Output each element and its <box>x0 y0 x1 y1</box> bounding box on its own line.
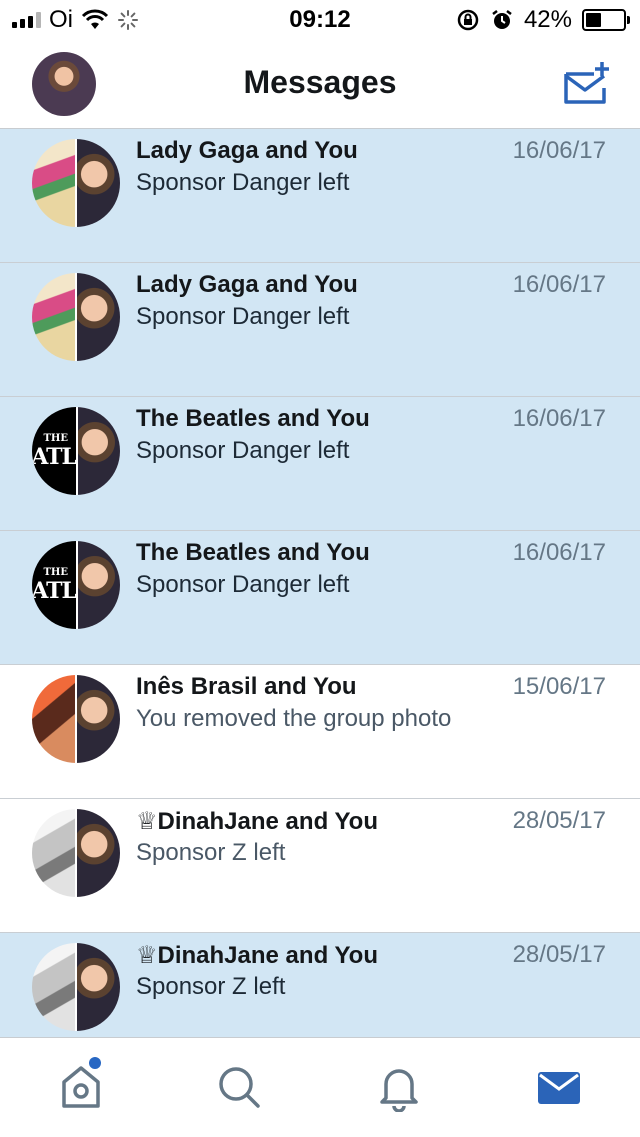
beatles-logo-line2: EATL <box>32 443 77 470</box>
conversation-list[interactable]: Lady Gaga and You 16/06/17 Sponsor Danger … <box>0 129 640 1037</box>
group-avatar <box>32 675 120 763</box>
conversation-title: Lady Gaga and You <box>136 271 358 298</box>
tab-bar <box>0 1037 640 1137</box>
conversation-row[interactable]: ♕DinahJane and You 28/05/17 Sponsor Z left <box>0 799 640 933</box>
conversation-preview: Sponsor Danger left <box>136 571 350 598</box>
status-right: 42% <box>456 6 640 34</box>
conversation-title: The Beatles and You <box>136 539 370 566</box>
group-avatar: THEEATL <box>32 541 120 629</box>
conversation-title: Lady Gaga and You <box>136 137 358 164</box>
notifications-icon[interactable] <box>374 1062 424 1112</box>
beatles-logo-line1: THE <box>43 566 68 578</box>
group-avatar <box>32 809 120 897</box>
carrier-label: Oi <box>49 6 73 33</box>
conversation-preview: Sponsor Z left <box>136 839 286 866</box>
conversation-date: 15/06/17 <box>512 673 606 700</box>
status-left: Oi <box>0 6 139 34</box>
page-title: Messages <box>243 64 397 100</box>
home-icon[interactable] <box>56 1062 106 1112</box>
conversation-row[interactable]: THEEATL The Beatles and You 16/06/17 Sponso… <box>0 397 640 531</box>
conversation-row[interactable]: ♕DinahJane and You 28/05/17 Sponsor Z left <box>0 933 640 1037</box>
new-content-dot <box>89 1057 101 1069</box>
conversation-date: 16/06/17 <box>512 271 606 298</box>
activity-spinner-icon <box>118 10 138 30</box>
battery-percent: 42% <box>523 6 572 33</box>
beatles-logo-line2: EATL <box>32 577 77 604</box>
conversation-preview: Sponsor Z left <box>136 973 286 1000</box>
conversation-title: ♕DinahJane and You <box>136 808 379 835</box>
compose-message-icon[interactable] <box>560 58 610 108</box>
search-icon[interactable] <box>214 1062 264 1112</box>
conversation-row[interactable]: Lady Gaga and You 16/06/17 Sponsor Danger … <box>0 129 640 263</box>
status-bar: Oi 09:12 42% <box>0 0 640 40</box>
conversation-row[interactable]: Lady Gaga and You 16/06/17 Sponsor Danger … <box>0 263 640 397</box>
wifi-icon <box>81 9 109 29</box>
navigation-bar: Messages <box>0 40 640 129</box>
battery-icon <box>582 9 630 31</box>
conversation-preview: You removed the group photo <box>136 705 452 732</box>
conversation-date: 16/06/17 <box>512 539 606 566</box>
conversation-preview: Sponsor Danger left <box>136 303 350 330</box>
group-avatar <box>32 139 120 227</box>
conversation-title: ♕DinahJane and You <box>136 942 379 969</box>
conversation-row[interactable]: Inês Brasil and You 15/06/17 You removed t… <box>0 665 640 799</box>
conversation-date: 28/05/17 <box>512 807 606 834</box>
conversation-date: 16/06/17 <box>512 137 606 164</box>
rotation-lock-icon <box>457 9 479 31</box>
conversation-date: 16/06/17 <box>512 405 606 432</box>
messages-icon[interactable] <box>534 1062 584 1112</box>
group-avatar: THEEATL <box>32 407 120 495</box>
conversation-title: Inês Brasil and You <box>136 673 357 700</box>
conversation-date: 28/05/17 <box>512 941 606 968</box>
group-avatar <box>32 943 120 1031</box>
conversation-row[interactable]: THEEATL The Beatles and You 16/06/17 Sponso… <box>0 531 640 665</box>
conversation-preview: Sponsor Danger left <box>136 169 350 196</box>
beatles-logo-line1: THE <box>43 432 68 444</box>
signal-icon <box>12 12 41 28</box>
conversation-preview: Sponsor Danger left <box>136 437 350 464</box>
alarm-icon <box>492 10 512 29</box>
conversation-title: The Beatles and You <box>136 405 370 432</box>
group-avatar <box>32 273 120 361</box>
